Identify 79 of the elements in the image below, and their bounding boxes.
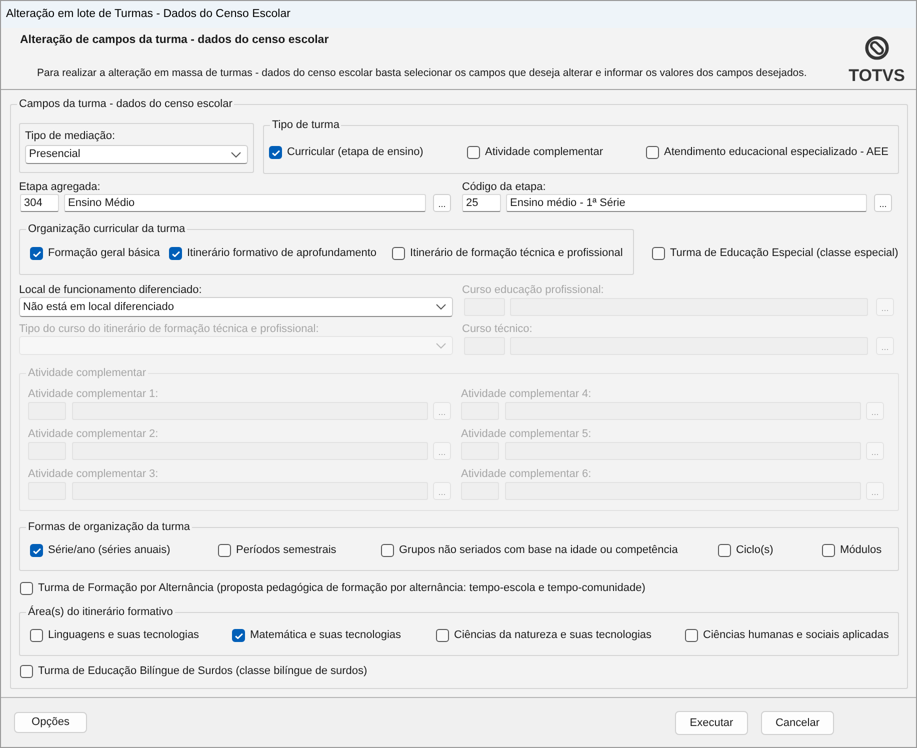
- check-icon: [32, 548, 40, 554]
- checkbox[interactable]: [822, 544, 835, 557]
- field-label: Local de funcionamento diferenciado:: [19, 284, 203, 297]
- text-field[interactable]: Ensino médio - 1ª Série: [506, 194, 867, 212]
- field-label: Atividade complementar 1:: [28, 388, 160, 401]
- checkbox[interactable]: [685, 629, 698, 642]
- chevron-down-icon: [231, 152, 241, 158]
- checkbox[interactable]: [20, 582, 33, 595]
- group-title: Campos da turma - dados do censo escolar: [18, 97, 234, 111]
- checkbox-label: Grupos não seriados com base na idade ou competência: [399, 543, 678, 558]
- checkbox-label: Série/ano (séries anuais): [48, 543, 170, 558]
- logo-text: TOTVS: [848, 67, 905, 85]
- group-title: Organização curricular da turma: [27, 222, 186, 236]
- checkbox[interactable]: [20, 665, 33, 678]
- checkbox[interactable]: [436, 629, 449, 642]
- checkbox[interactable]: [218, 544, 231, 557]
- group-title: Formas de organização da turma: [27, 520, 192, 534]
- checkbox-label: Matemática e suas tecnologias: [250, 628, 402, 643]
- checkbox[interactable]: [30, 247, 43, 260]
- header-title: Alteração de campos da turma - dados do censo escolar: [19, 33, 330, 47]
- field-label: Atividade complementar 4:: [461, 388, 592, 401]
- field-label: Curso técnico:: [462, 323, 534, 336]
- checkbox[interactable]: [30, 629, 43, 642]
- checkbox[interactable]: [232, 629, 245, 642]
- checkbox[interactable]: [718, 544, 731, 557]
- group-title: Atividade complementar: [27, 366, 148, 380]
- field-label: Curso educação profissional:: [462, 284, 605, 297]
- field-label: Atividade complementar 5:: [461, 428, 592, 441]
- checkbox-label: Linguagens e suas tecnologias: [48, 628, 200, 643]
- checkbox[interactable]: [381, 544, 394, 557]
- field-label: Atividade complementar 2:: [28, 428, 160, 441]
- checkbox-label: Ciclo(s): [736, 543, 774, 558]
- header-description: Para realizar a alteração em massa de turmas - dados do censo escolar basta selecionar os campos que deseja alterar e informar os valores dos campos desejados.: [36, 66, 807, 80]
- chevron-down-icon: [436, 304, 446, 310]
- dialog-button[interactable]: Cancelar: [761, 710, 834, 734]
- window-title: Alteração em lote de Turmas - Dados do Censo Escolar: [1, 1, 916, 28]
- check-icon: [272, 150, 280, 156]
- checkbox[interactable]: [652, 247, 665, 260]
- field-label: Tipo do curso do itinerário de formação técnica e profissional:: [19, 323, 320, 336]
- group-title: Área(s) do itinerário formativo: [27, 605, 174, 619]
- checkbox-label: Itinerário formativo de aprofundamento: [187, 246, 377, 261]
- options-button[interactable]: Opções: [14, 712, 87, 733]
- checkbox-label: Atendimento educacional especializado - AEE: [664, 145, 888, 160]
- checkbox-label: Períodos semestrais: [236, 543, 336, 558]
- checkbox-label: Turma de Educação Especial (classe especial): [670, 246, 898, 261]
- dropdown[interactable]: Não está em local diferenciado: [19, 297, 453, 317]
- check-icon: [234, 632, 242, 638]
- checkbox[interactable]: [169, 247, 182, 260]
- check-icon: [32, 250, 40, 256]
- checkbox-label: Turma de Formação por Alternância (proposta pedagógica de formação por alternância: tempo-escola e tempo-comunidade): [38, 581, 646, 596]
- checkbox-label: Formação geral básica: [48, 246, 160, 261]
- checkbox-label: Itinerário de formação técnica e profissional: [410, 246, 623, 261]
- text-field[interactable]: 25: [462, 194, 501, 212]
- checkbox[interactable]: [269, 146, 282, 159]
- lookup-button[interactable]: ...: [874, 194, 892, 212]
- logo-icon: [864, 36, 889, 60]
- field-label: Atividade complementar 6:: [461, 468, 592, 481]
- field-label: Código da etapa:: [462, 181, 547, 194]
- chevron-down-icon: [436, 342, 446, 348]
- field-label: Etapa agregada:: [19, 181, 102, 194]
- check-icon: [172, 250, 180, 256]
- checkbox-label: Módulos: [840, 543, 882, 558]
- text-field[interactable]: Ensino Médio: [64, 194, 426, 212]
- checkbox-label: Ciências humanas e sociais aplicadas: [703, 628, 889, 643]
- group-title: Tipo de turma: [271, 118, 340, 132]
- dropdown[interactable]: Presencial: [25, 145, 248, 164]
- text-field[interactable]: 304: [20, 194, 59, 212]
- checkbox[interactable]: [646, 146, 659, 159]
- checkbox-label: Turma de Educação Bilíngue de Surdos (classe bilíngue de surdos): [38, 664, 368, 679]
- dialog-button[interactable]: Executar: [675, 710, 748, 734]
- checkbox-label: Ciências da natureza e suas tecnologias: [454, 628, 652, 643]
- field-label: Atividade complementar 3:: [28, 468, 160, 481]
- checkbox[interactable]: [30, 544, 43, 557]
- checkbox[interactable]: [392, 247, 405, 260]
- checkbox[interactable]: [467, 146, 480, 159]
- checkbox-label: Atividade complementar: [485, 145, 604, 160]
- lookup-button[interactable]: ...: [433, 194, 451, 212]
- checkbox-label: Curricular (etapa de ensino): [287, 145, 424, 160]
- field-label: Tipo de mediação:: [25, 130, 116, 143]
